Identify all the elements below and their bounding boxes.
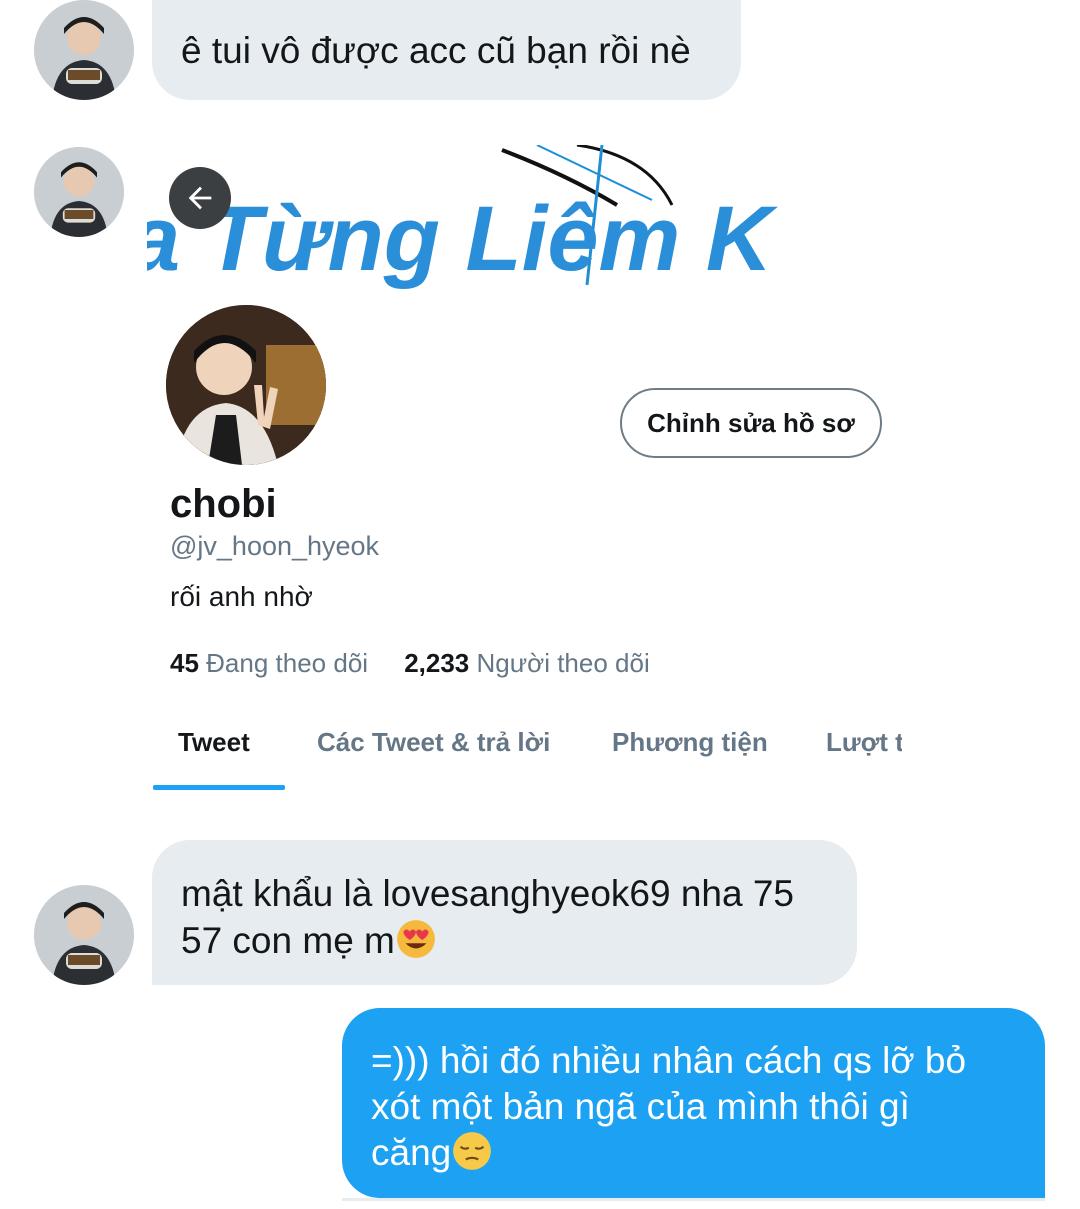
back-button[interactable] xyxy=(169,167,231,229)
followers-label[interactable]: Người theo dõi xyxy=(477,648,650,678)
outgoing-bubble-edge xyxy=(342,1198,1045,1201)
followers-count[interactable]: 2,233 xyxy=(404,648,469,678)
sender-avatar[interactable] xyxy=(34,147,124,237)
message-text-line: xót một bản ngã của mình thôi gì xyxy=(371,1086,910,1127)
following-count[interactable]: 45 xyxy=(170,648,199,678)
message-bubble-outgoing[interactable]: =))) hồi đó nhiều nhân cách qs lỡ bỏ xót… xyxy=(342,1008,1045,1198)
profile-banner: a Từng Liêm K xyxy=(147,145,902,290)
following-label[interactable]: Đang theo dõi xyxy=(206,648,368,678)
profile-name: chobi xyxy=(170,482,277,526)
profile-avatar[interactable] xyxy=(163,302,329,468)
profile-tabs: Tweet Các Tweet & trả lời Phương tiện Lư… xyxy=(147,705,902,795)
profile-stats: 45 Đang theo dõi 2,233 Người theo dõi xyxy=(170,648,650,679)
message-text: ê tui vô được acc cũ bạn rồi nè xyxy=(181,30,691,71)
heart-eyes-emoji xyxy=(396,920,435,958)
message-text-line: mật khẩu là lovesanghyeok69 nha 75 xyxy=(181,873,794,914)
banner-text: a Từng Liêm K xyxy=(147,188,779,290)
profile-bio: rối anh nhờ xyxy=(170,581,313,612)
profile-screenshot-image[interactable]: a Từng Liêm K Chỉnh sửa hồ sơ chobi @jv_… xyxy=(147,145,902,795)
tab-tweets[interactable]: Tweet xyxy=(178,727,250,758)
message-text-line: căng xyxy=(371,1132,452,1173)
back-arrow-icon xyxy=(188,186,212,210)
edit-profile-button[interactable]: Chỉnh sửa hồ sơ xyxy=(620,388,882,458)
message-bubble-incoming[interactable]: ê tui vô được acc cũ bạn rồi nè xyxy=(152,0,741,100)
profile-handle: @jv_hoon_hyeok xyxy=(170,531,380,561)
tab-likes[interactable]: Lượt thích xyxy=(826,727,902,758)
sender-avatar[interactable] xyxy=(34,0,134,100)
sender-avatar[interactable] xyxy=(34,885,134,985)
message-bubble-incoming[interactable]: mật khẩu là lovesanghyeok69 nha 75 57 co… xyxy=(152,840,857,985)
message-text-line: 57 con mẹ m xyxy=(181,920,395,961)
pensive-emoji xyxy=(453,1132,492,1170)
message-text-line: =))) hồi đó nhiều nhân cách qs lỡ bỏ xyxy=(371,1040,967,1081)
tab-tweets-replies[interactable]: Các Tweet & trả lời xyxy=(317,727,550,758)
tab-media[interactable]: Phương tiện xyxy=(612,727,768,758)
active-tab-indicator xyxy=(153,785,285,790)
